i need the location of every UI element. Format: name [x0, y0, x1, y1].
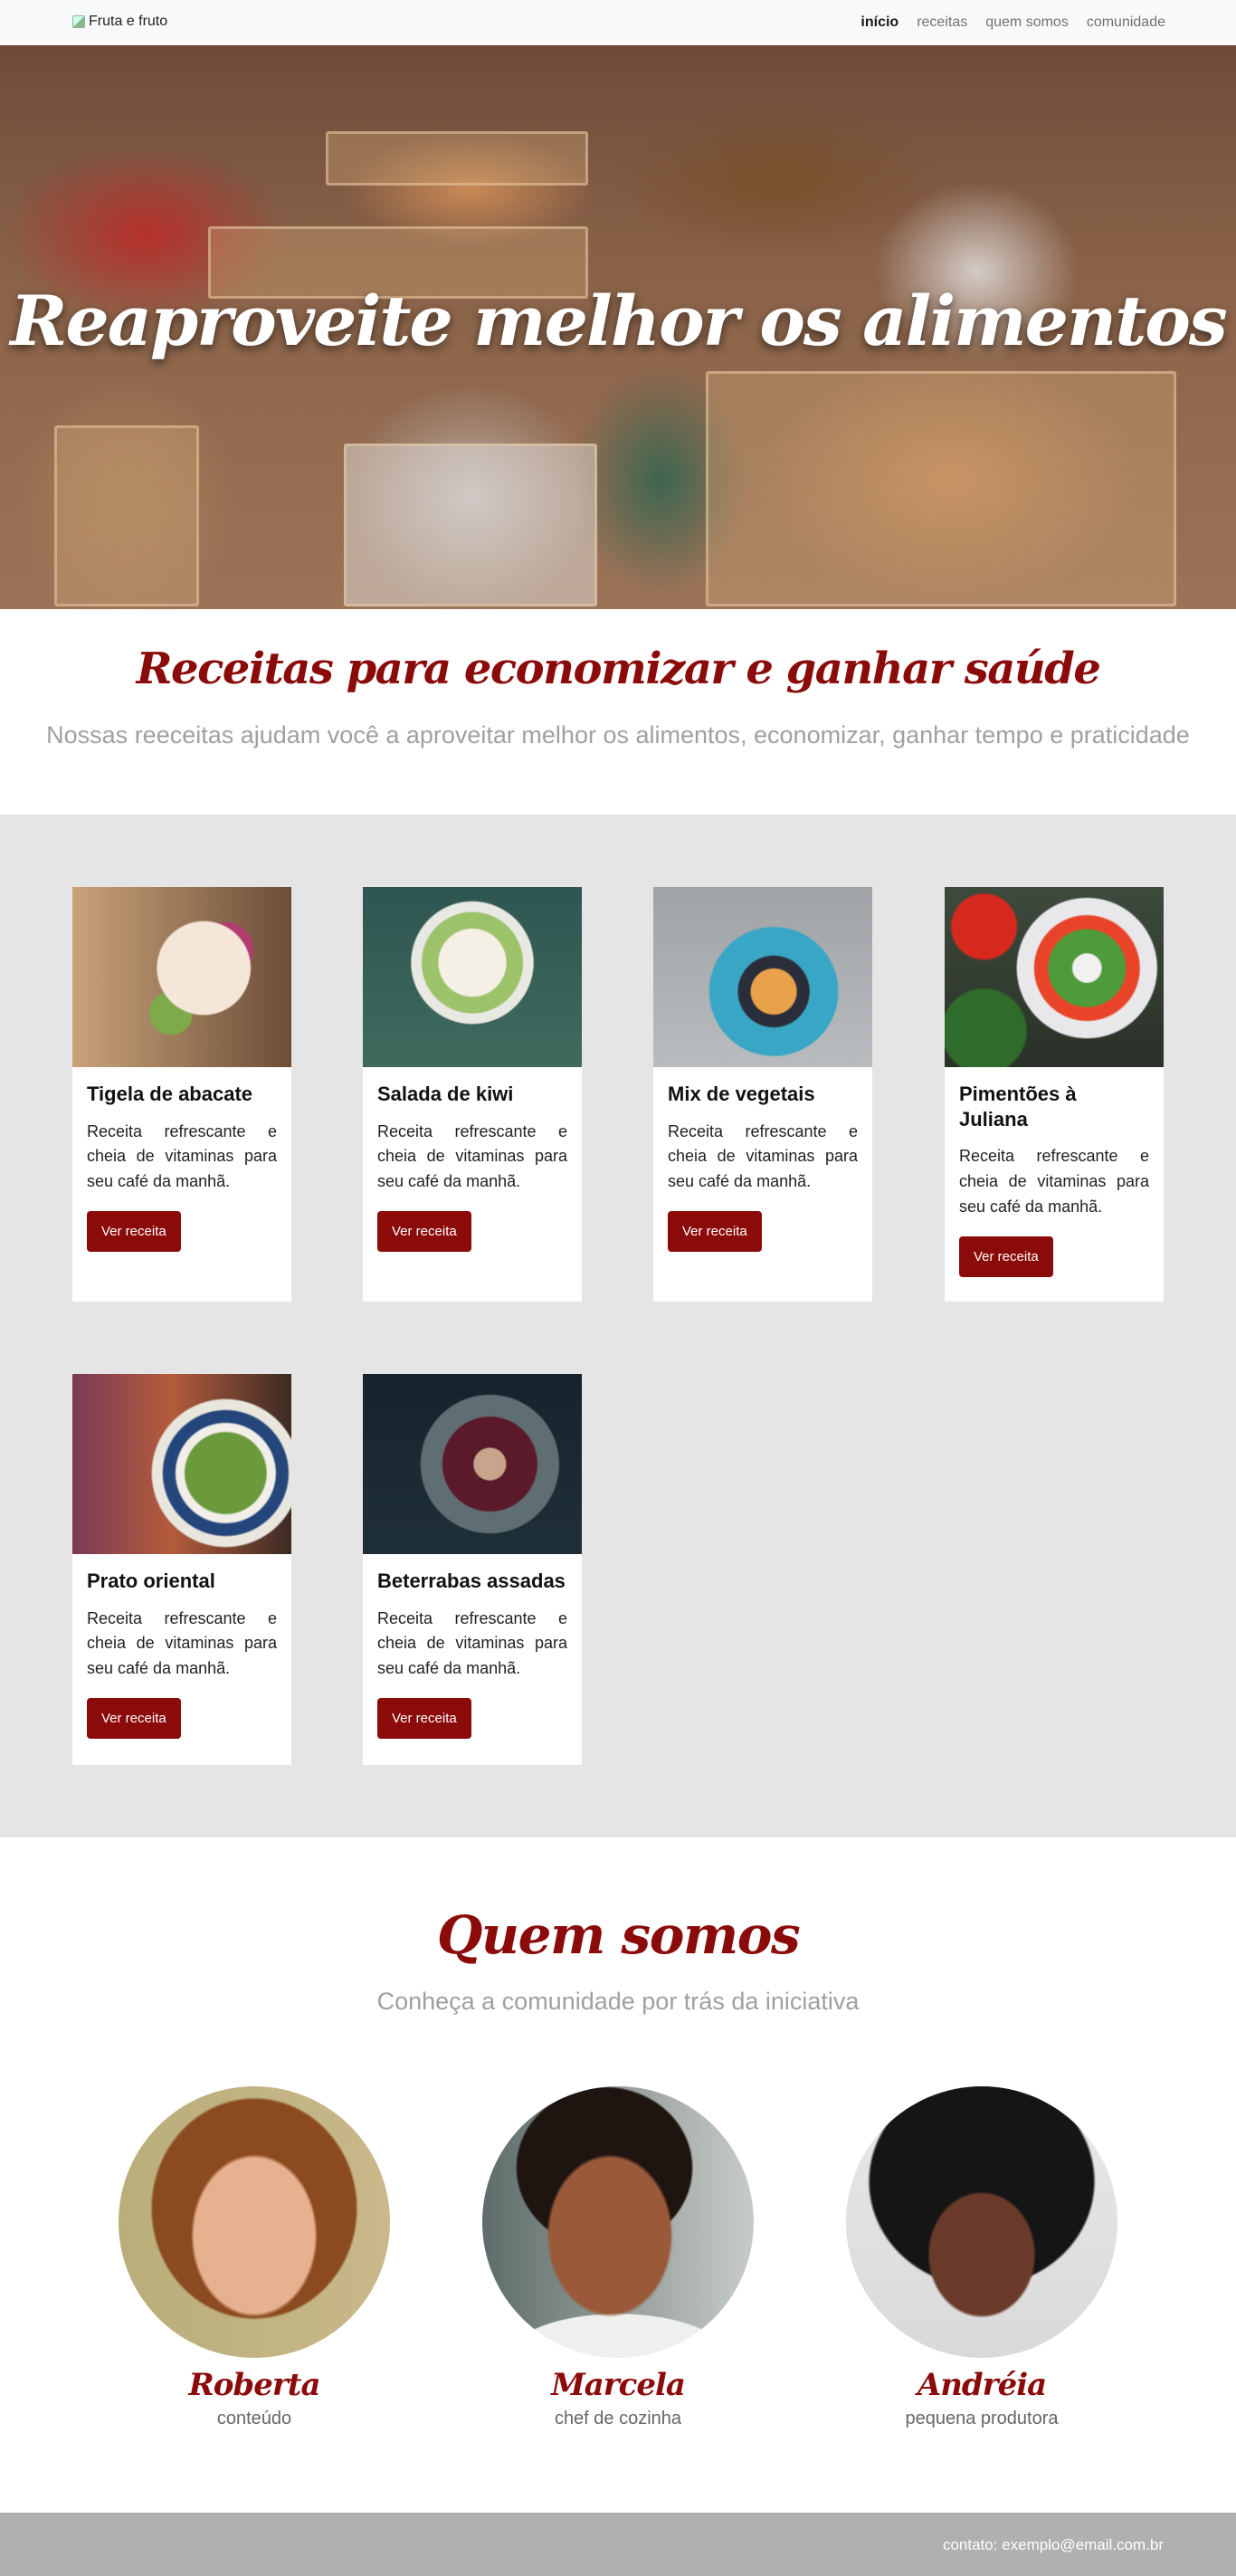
nav-link-receitas[interactable]: receitas	[917, 14, 967, 31]
navbar: Fruta e fruto início receitas quem somos…	[0, 0, 1236, 45]
recipe-image-vegetable-mix	[653, 887, 872, 1067]
member-name: Marcela	[551, 2367, 686, 2403]
recipe-description: Receita refrescante e cheia de vitaminas…	[87, 1121, 277, 1191]
recipe-image-roasted-beets	[363, 1374, 582, 1554]
nav-links: início receitas quem somos comunidade	[860, 14, 1165, 31]
recipe-card: Beterrabas assadas Receita refrescante e…	[363, 1374, 582, 1765]
team-member: Roberta conteúdo	[119, 2086, 390, 2429]
recipe-title: Mix de vegetais	[668, 1083, 815, 1105]
ver-receita-button[interactable]: Ver receita	[87, 1698, 181, 1740]
team-member: Marcela chef de cozinha	[482, 2086, 754, 2429]
ver-receita-button[interactable]: Ver receita	[959, 1236, 1053, 1277]
brand-alt-text: Fruta e fruto	[89, 14, 168, 29]
market-crate-image	[344, 444, 597, 606]
footer-contact: contato: exemplo@email.com.br	[942, 2536, 1164, 2553]
ver-receita-button[interactable]: Ver receita	[377, 1211, 471, 1253]
member-role: conteúdo	[216, 2409, 292, 2428]
market-crate-image	[326, 131, 588, 186]
recipe-image-oriental-dish	[72, 1374, 291, 1554]
recipe-card: Tigela de abacate Receita refrescante e …	[72, 887, 291, 1302]
nav-link-quem-somos[interactable]: quem somos	[985, 14, 1069, 31]
member-role: chef de cozinha	[554, 2409, 682, 2428]
market-crate-image	[54, 425, 199, 606]
nav-link-inicio[interactable]: início	[860, 14, 898, 31]
recipe-description: Receita refrescante e cheia de vitaminas…	[668, 1121, 858, 1191]
recipe-title: Salada de kiwi	[377, 1083, 514, 1105]
nav-link-comunidade[interactable]: comunidade	[1087, 14, 1165, 31]
about-title: Quem somos	[436, 1904, 801, 1966]
about-section: Quem somos Conheça a comunidade por trás…	[0, 1837, 1236, 2513]
member-name: Roberta	[188, 2367, 321, 2403]
ver-receita-button[interactable]: Ver receita	[668, 1211, 762, 1253]
market-crate-image	[706, 371, 1176, 606]
ver-receita-button[interactable]: Ver receita	[87, 1211, 181, 1253]
intro-subtitle: Nossas reeceitas ajudam você a aproveita…	[46, 721, 1190, 749]
hero-title: Reaproveite melhor os alimentos	[10, 281, 1228, 361]
recipe-card: Prato oriental Receita refrescante e che…	[72, 1374, 291, 1765]
ver-receita-button[interactable]: Ver receita	[377, 1698, 471, 1740]
avatar	[482, 2086, 754, 2358]
recipes-section: Tigela de abacate Receita refrescante e …	[0, 815, 1236, 1837]
intro-title: Receitas para economizar e ganhar saúde	[136, 644, 1101, 694]
recipe-image-kiwi-salad	[363, 887, 582, 1067]
footer: contato: exemplo@email.com.br	[0, 2513, 1236, 2576]
brand-logo[interactable]: Fruta e fruto	[72, 14, 167, 30]
intro-section: Receitas para economizar e ganhar saúde …	[0, 609, 1236, 815]
team-member: Andréia pequena produtora	[846, 2086, 1117, 2429]
recipe-card: Pimentões à Juliana Receita refrescante …	[945, 887, 1164, 1302]
broken-image-icon	[72, 15, 85, 28]
recipe-description: Receita refrescante e cheia de vitaminas…	[959, 1147, 1149, 1216]
recipe-title: Pimentões à Juliana	[959, 1083, 1077, 1131]
about-subtitle: Conheça a comunidade por trás da iniciat…	[376, 1988, 860, 2015]
hero-banner: Reaproveite melhor os alimentos	[0, 45, 1236, 609]
recipe-title: Tigela de abacate	[87, 1083, 253, 1105]
recipe-image-peppers	[945, 887, 1164, 1067]
recipe-title: Beterrabas assadas	[377, 1569, 566, 1592]
recipe-image-avocado-bowl	[72, 887, 291, 1067]
recipe-description: Receita refrescante e cheia de vitaminas…	[87, 1608, 277, 1678]
recipe-description: Receita refrescante e cheia de vitaminas…	[377, 1608, 567, 1678]
avatar	[846, 2086, 1117, 2358]
member-name: Andréia	[917, 2367, 1047, 2403]
member-role: pequena produtora	[905, 2409, 1059, 2428]
recipe-card: Mix de vegetais Receita refrescante e ch…	[653, 887, 872, 1302]
avatar	[119, 2086, 390, 2358]
recipe-card: Salada de kiwi Receita refrescante e che…	[363, 887, 582, 1302]
recipe-title: Prato oriental	[87, 1569, 215, 1592]
recipe-description: Receita refrescante e cheia de vitaminas…	[377, 1121, 567, 1191]
